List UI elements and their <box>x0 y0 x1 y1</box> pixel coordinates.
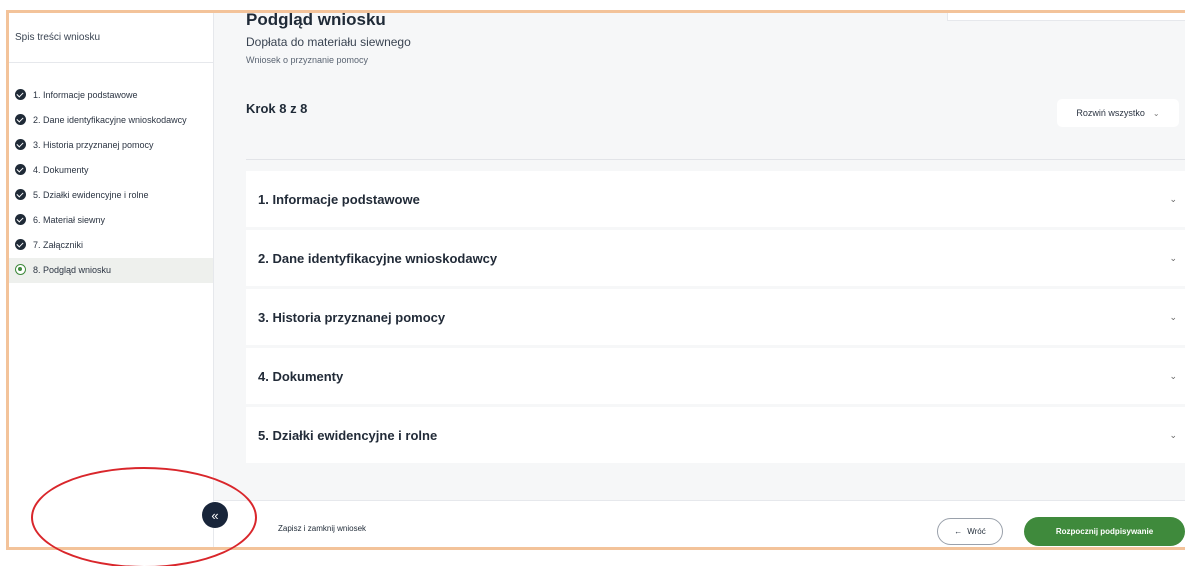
section-label: 1. Informacje podstawowe <box>258 191 420 207</box>
chevron-down-icon: ⌄ <box>1169 193 1177 204</box>
page-subtitle: Dopłata do materiału siewnego <box>246 35 411 49</box>
sidebar-title: Spis treści wniosku <box>9 13 213 63</box>
check-icon <box>15 214 26 225</box>
check-icon <box>15 189 26 200</box>
section-dane[interactable]: 2. Dane identyfikacyjne wnioskodawcy ⌄ <box>246 230 1185 286</box>
collapse-sidebar-button[interactable]: « <box>202 502 228 528</box>
section-historia[interactable]: 3. Historia przyznanej pomocy ⌄ <box>246 289 1185 345</box>
expand-all-button[interactable]: Rozwiń wszystko ⌄ <box>1057 99 1179 127</box>
sidebar-item-label: 3. Historia przyznanej pomocy <box>33 140 154 150</box>
back-label: Wróć <box>967 527 986 536</box>
main-content: Podgląd wniosku Dopłata do materiału sie… <box>214 13 1185 547</box>
sidebar-item-label: 5. Działki ewidencyjne i rolne <box>33 190 149 200</box>
section-label: 4. Dokumenty <box>258 368 344 384</box>
back-button[interactable]: ← Wróć <box>937 518 1003 545</box>
sidebar-item-historia[interactable]: 3. Historia przyznanej pomocy <box>9 133 213 158</box>
sidebar-item-label: 2. Dane identyfikacyjne wnioskodawcy <box>33 115 187 125</box>
section-dokumenty[interactable]: 4. Dokumenty ⌄ <box>246 348 1185 404</box>
check-icon <box>15 114 26 125</box>
section-label: 3. Historia przyznanej pomocy <box>258 309 446 325</box>
section-label: 2. Dane identyfikacyjne wnioskodawcy <box>258 250 498 266</box>
section-dzialki[interactable]: 5. Działki ewidencyjne i rolne ⌄ <box>246 407 1185 463</box>
app-frame: Spis treści wniosku 1. Informacje podsta… <box>6 10 1185 550</box>
check-icon <box>15 139 26 150</box>
chevron-down-icon: ⌄ <box>1169 311 1177 322</box>
divider <box>246 159 1185 160</box>
sections-accordion: 1. Informacje podstawowe ⌄ 2. Dane ident… <box>246 171 1185 466</box>
section-informacje[interactable]: 1. Informacje podstawowe ⌄ <box>246 171 1185 227</box>
sidebar: Spis treści wniosku 1. Informacje podsta… <box>9 13 214 547</box>
top-bar-field <box>947 13 1185 21</box>
sidebar-item-label: 4. Dokumenty <box>33 165 89 175</box>
action-footer: Zapisz i zamknij wniosek ← Wróć Rozpoczn… <box>214 500 1185 547</box>
sidebar-item-material[interactable]: 6. Materiał siewny <box>9 208 213 233</box>
expand-all-label: Rozwiń wszystko <box>1076 108 1145 118</box>
double-chevron-left-icon: « <box>211 507 219 523</box>
sidebar-item-label: 1. Informacje podstawowe <box>33 90 138 100</box>
chevron-down-icon: ⌄ <box>1169 370 1177 381</box>
check-icon <box>15 239 26 250</box>
chevron-down-icon: ⌄ <box>1169 429 1177 440</box>
start-signing-button[interactable]: Rozpocznij podpisywanie <box>1024 517 1185 546</box>
arrow-left-icon: ← <box>954 527 963 536</box>
save-and-close-link[interactable]: Zapisz i zamknij wniosek <box>278 524 366 533</box>
radio-active-icon <box>15 264 26 275</box>
sidebar-item-label: 7. Załączniki <box>33 240 84 250</box>
section-label: 5. Działki ewidencyjne i rolne <box>258 427 438 443</box>
chevron-down-icon: ⌄ <box>1152 108 1160 118</box>
sidebar-item-informacje[interactable]: 1. Informacje podstawowe <box>9 83 213 108</box>
chevron-down-icon: ⌄ <box>1169 252 1177 263</box>
step-counter: Krok 8 z 8 <box>246 101 308 116</box>
sidebar-item-label: 6. Materiał siewny <box>33 215 106 225</box>
check-icon <box>15 164 26 175</box>
check-icon <box>15 89 26 100</box>
sidebar-item-podglad[interactable]: 8. Podgląd wniosku <box>9 258 213 283</box>
sidebar-item-dokumenty[interactable]: 4. Dokumenty <box>9 158 213 183</box>
sidebar-item-zalaczniki[interactable]: 7. Załączniki <box>9 233 213 258</box>
sidebar-item-label: 8. Podgląd wniosku <box>33 265 112 275</box>
page-caption: Wniosek o przyznanie pomocy <box>246 55 369 65</box>
sidebar-item-dzialki[interactable]: 5. Działki ewidencyjne i rolne <box>9 183 213 208</box>
steps-list: 1. Informacje podstawowe 2. Dane identyf… <box>9 63 213 283</box>
sidebar-item-dane[interactable]: 2. Dane identyfikacyjne wnioskodawcy <box>9 108 213 133</box>
